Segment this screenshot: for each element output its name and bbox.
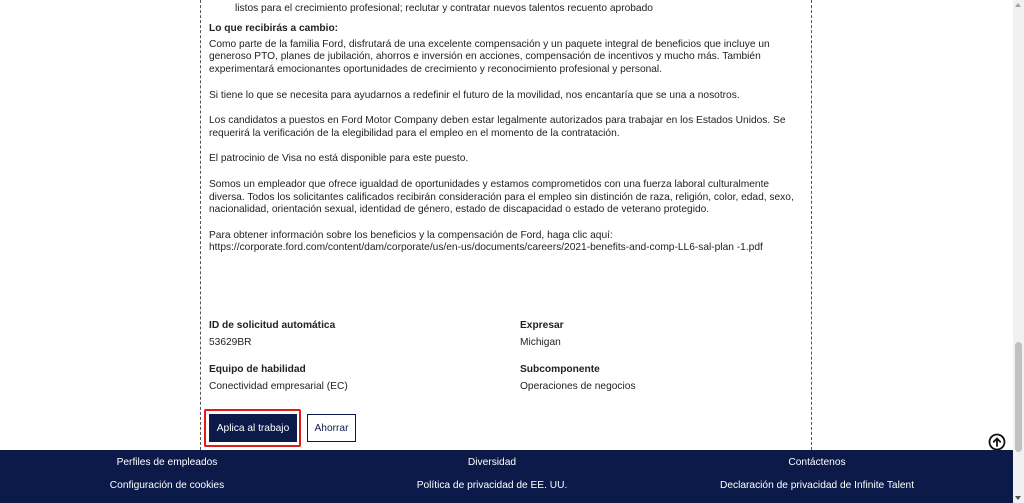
- site-footer: Perfiles de empleados Diversidad Contáct…: [0, 450, 1013, 503]
- save-job-button[interactable]: Ahorrar: [307, 414, 356, 442]
- visa-paragraph: El patrocinio de Visa no está disponible…: [209, 153, 469, 165]
- subcomponent-field: Subcomponente Operaciones de negocios: [520, 364, 820, 392]
- scrollbar-thumb[interactable]: [1015, 342, 1022, 452]
- req-id-label: ID de solicitud automática: [209, 320, 336, 331]
- job-description: Experiencia demostrada para liderar equi…: [209, 0, 801, 268]
- benefits-link-paragraph[interactable]: Para obtener información sobre los benef…: [209, 230, 801, 255]
- footer-link-employee-profiles[interactable]: Perfiles de empleados: [117, 457, 218, 468]
- express-field: Expresar Michigan: [520, 320, 820, 348]
- express-value: Michigan: [520, 337, 561, 348]
- req-id-value: 53629BR: [209, 337, 252, 348]
- join-paragraph: Si tiene lo que se necesita para ayudarn…: [209, 89, 740, 101]
- footer-link-infinite-talent-privacy[interactable]: Declaración de privacidad de Infinite Ta…: [720, 480, 914, 491]
- benefits-heading: Lo que recibirás a cambio:: [209, 23, 339, 35]
- apply-button[interactable]: Aplica al trabajo: [209, 414, 297, 442]
- job-posting-page: Experiencia demostrada para liderar equi…: [0, 0, 1024, 503]
- footer-link-diversity[interactable]: Diversidad: [468, 457, 516, 468]
- page-scrollbar[interactable]: [1013, 0, 1024, 503]
- req-id-field: ID de solicitud automática 53629BR: [209, 320, 509, 348]
- qualification-bullet: Experiencia demostrada para liderar equi…: [209, 0, 801, 15]
- skill-team-value: Conectividad empresarial (EC): [209, 381, 348, 392]
- scroll-down-arrow-icon[interactable]: [1015, 496, 1021, 500]
- skill-team-field: Equipo de habilidad Conectividad empresa…: [209, 364, 509, 392]
- benefits-paragraph: Como parte de la familia Ford, disfrutar…: [209, 38, 770, 75]
- subcomponent-label: Subcomponente: [520, 364, 600, 375]
- footer-link-cookie-settings[interactable]: Configuración de cookies: [110, 480, 224, 491]
- arrow-up-circle-icon[interactable]: [988, 433, 1006, 451]
- express-label: Expresar: [520, 320, 564, 331]
- footer-link-contact[interactable]: Contáctenos: [788, 457, 845, 468]
- skill-team-label: Equipo de habilidad: [209, 364, 306, 375]
- subcomponent-value: Operaciones de negocios: [520, 381, 636, 392]
- scroll-up-arrow-icon[interactable]: [1015, 3, 1021, 7]
- authorization-paragraph: Los candidatos a puestos en Ford Motor C…: [209, 115, 786, 139]
- footer-link-us-privacy[interactable]: Política de privacidad de EE. UU.: [417, 480, 568, 491]
- eeo-paragraph: Somos un empleador que ofrece igualdad d…: [209, 178, 794, 216]
